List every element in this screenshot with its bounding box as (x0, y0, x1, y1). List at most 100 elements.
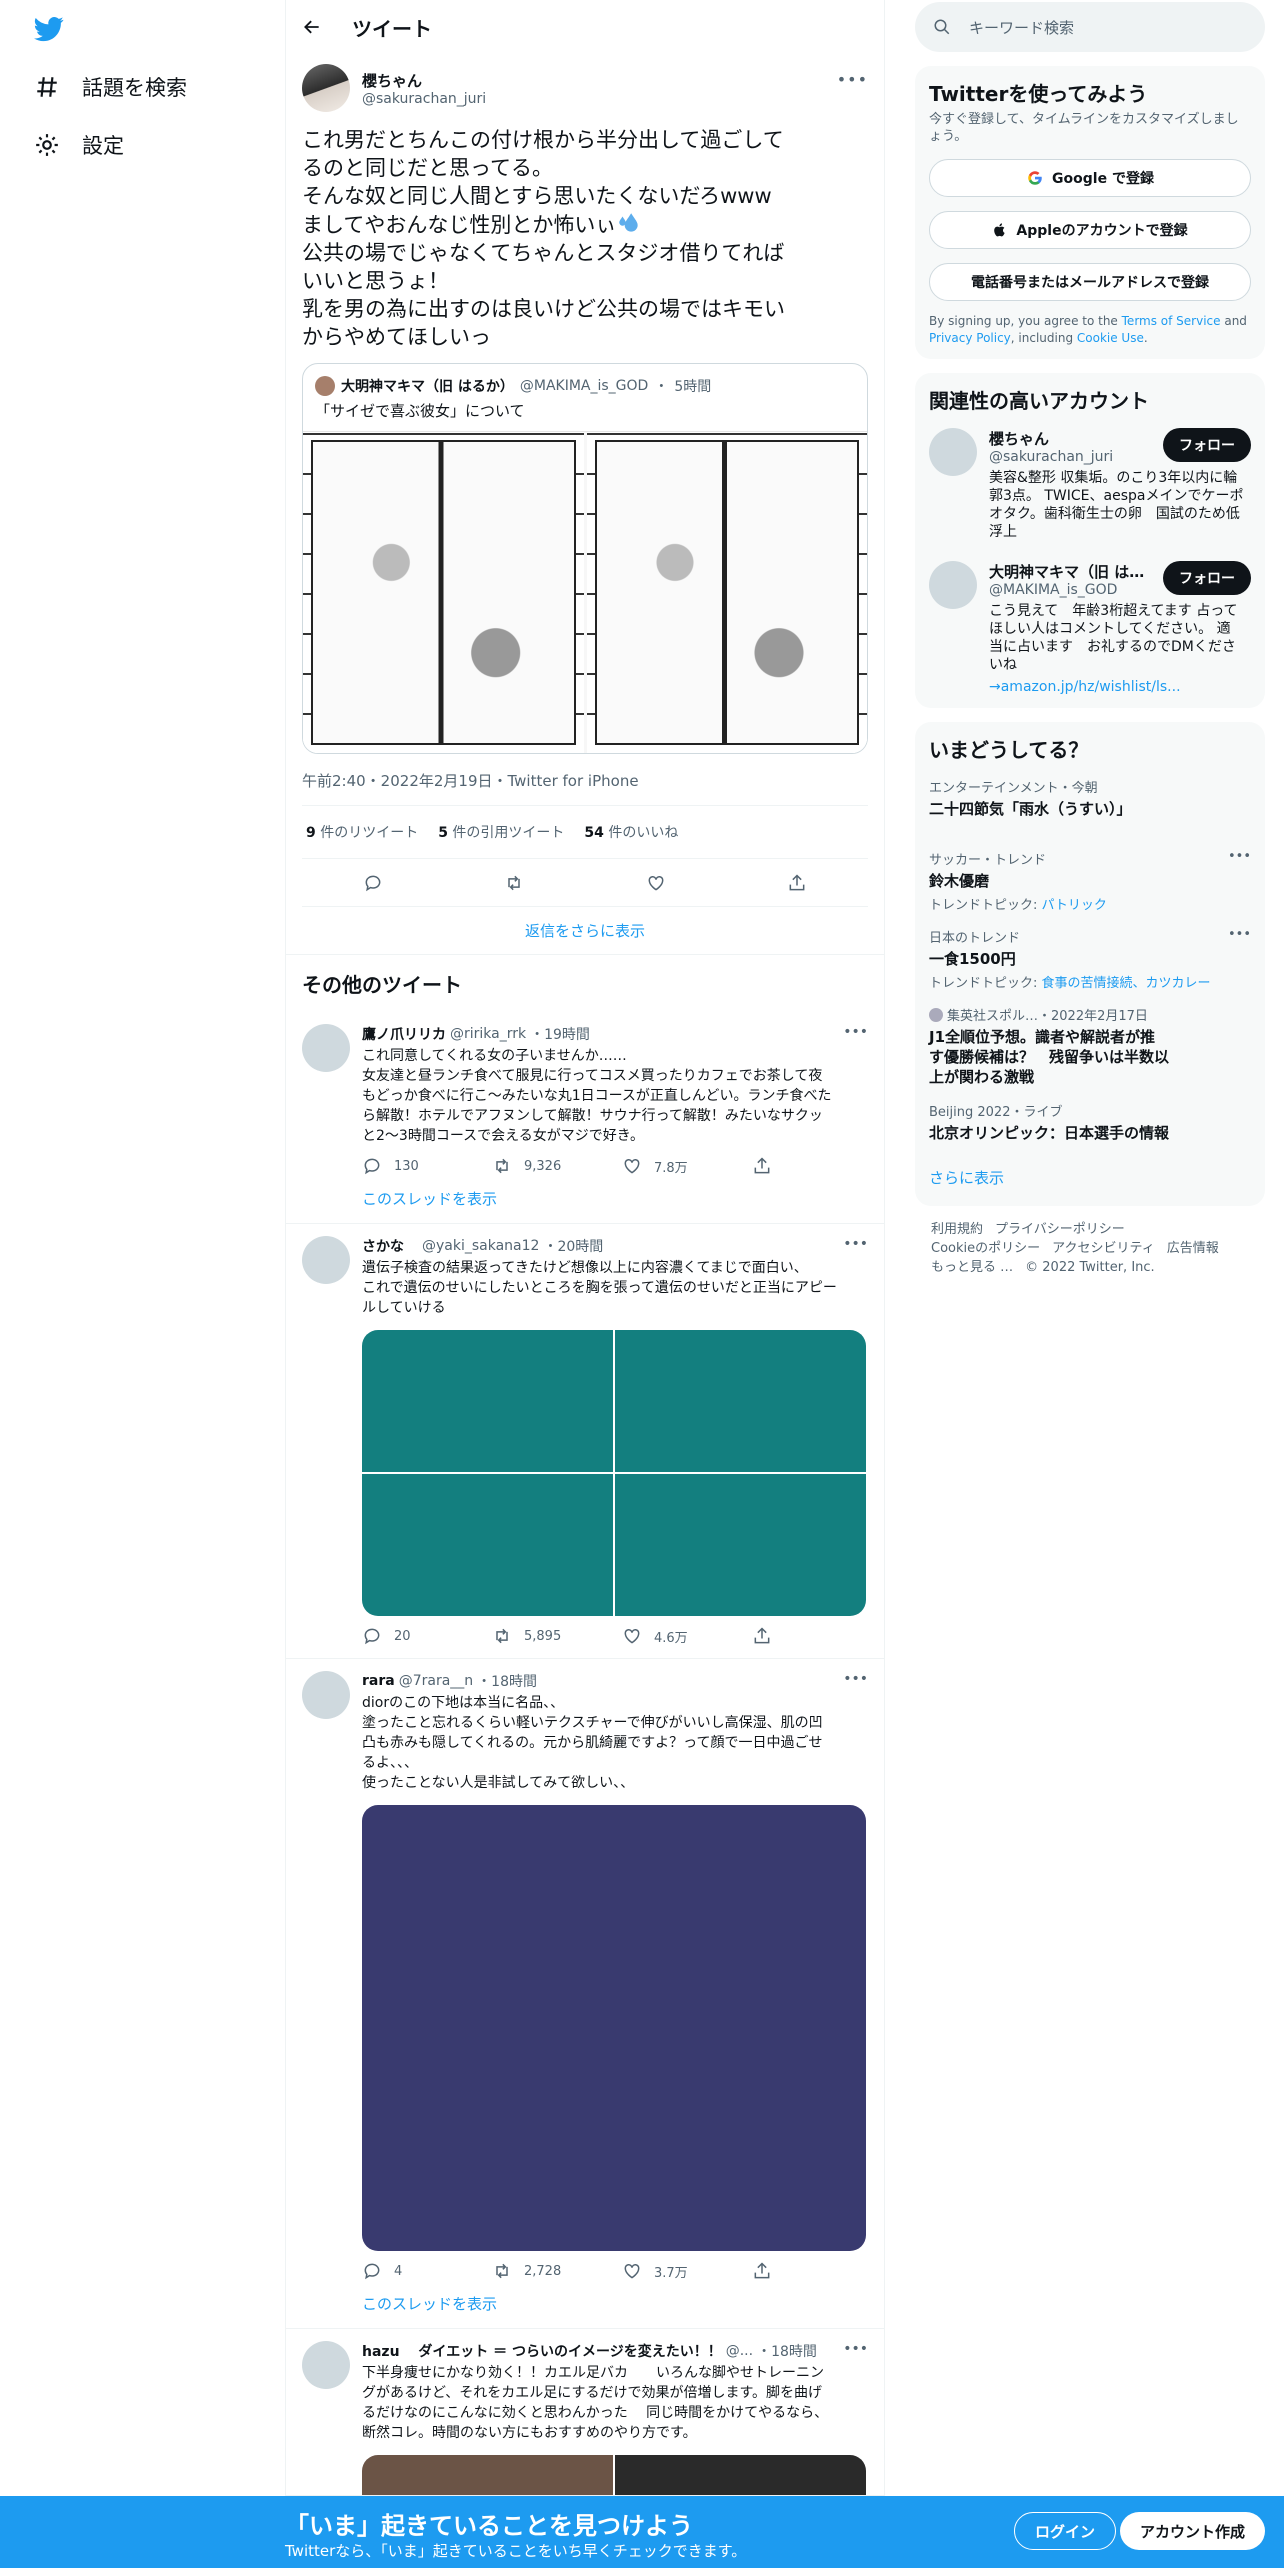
show-thread-link[interactable]: このスレッドを表示 (362, 2293, 882, 2314)
footer-link[interactable]: 広告情報 (1167, 1241, 1219, 1256)
tweet-time[interactable]: ・18時間 (757, 2341, 817, 2361)
like-button[interactable]: 3.7万 (622, 2261, 752, 2281)
back-arrow-icon[interactable] (302, 17, 322, 37)
more-icon[interactable]: ••• (843, 1671, 868, 1687)
trend-item[interactable]: 日本のトレンド 一食1500円 トレンドトピック: 食事の苦情接続、カツカレー … (929, 927, 1251, 991)
timeline-tweet[interactable]: 鷹ノ爪リリカ @ririka_rrk ・19時間 これ同意してくれる女の子いませ… (286, 1012, 884, 1224)
avatar[interactable] (929, 428, 977, 476)
privacy-link[interactable]: Privacy Policy (929, 331, 1011, 345)
tweet-image[interactable] (362, 2455, 613, 2495)
more-icon[interactable]: ••• (1228, 849, 1251, 864)
retweet-icon[interactable] (504, 873, 524, 893)
trend-topic-link[interactable]: 食事の苦情接続、カツカレー (1042, 976, 1211, 991)
footer-link[interactable]: アクセシビリティ (1052, 1241, 1155, 1256)
tweet-image[interactable] (615, 2455, 866, 2495)
more-icon[interactable]: ••• (843, 1024, 868, 1040)
footer-link[interactable]: 利用規約 (931, 1222, 983, 1237)
retweet-button[interactable]: 5,895 (492, 1626, 622, 1646)
timeline-tweet[interactable]: hazu ダイエット ＝ つらいのイメージを変えたい！！ @... ・18時間 … (286, 2329, 884, 2496)
like-button[interactable]: 7.8万 (622, 1156, 752, 1176)
avatar[interactable] (302, 1024, 350, 1072)
author-name[interactable]: 櫻ちゃん (362, 70, 486, 91)
quote-image-manga[interactable] (303, 431, 867, 753)
trend-item[interactable]: Beijing 2022・ライブ 北京オリンピック：日本選手の情報 (929, 1101, 1251, 1143)
likes-stat[interactable]: 54 件のいいね (584, 822, 678, 842)
share-button[interactable] (752, 1156, 882, 1176)
reply-icon[interactable] (363, 873, 383, 893)
tweet-image[interactable] (615, 1330, 866, 1472)
tweet-time[interactable]: ・18時間 (477, 1671, 537, 1691)
more-icon[interactable]: ••• (843, 2341, 868, 2357)
avatar[interactable] (929, 561, 977, 609)
phone-email-signup-button[interactable]: 電話番号またはメールアドレスで登録 (929, 263, 1251, 301)
like-button[interactable]: 4.6万 (622, 1626, 752, 1646)
share-icon[interactable] (787, 873, 807, 893)
show-more-replies[interactable]: 返信をさらに表示 (286, 907, 884, 955)
related-account[interactable]: 大明神マキマ（旧 は… @MAKIMA_is_GOD こう見えて 年齢3桁超えて… (929, 561, 1251, 696)
quotes-stat[interactable]: 5 件の引用ツイート (438, 822, 564, 842)
nav-settings[interactable]: 設定 (34, 130, 124, 160)
reply-button[interactable]: 4 (362, 2261, 492, 2281)
signup-button[interactable]: アカウント作成 (1120, 2512, 1266, 2550)
apple-signup-button[interactable]: Appleのアカウントで登録 (929, 211, 1251, 249)
like-icon[interactable] (646, 873, 666, 893)
more-icon[interactable]: ••• (837, 70, 868, 89)
timeline-tweet[interactable]: rara @7rara__n ・18時間 diorのこの下地は本当に名品、、 塗… (286, 1659, 884, 2329)
tweet-image-grid[interactable] (362, 1330, 866, 1616)
related-account[interactable]: 櫻ちゃん @sakurachan_juri 美容&整形 収集垢。のこり3年以内に… (929, 428, 1251, 541)
tweet-time[interactable]: ・20時間 (543, 1236, 603, 1256)
footer-link[interactable]: Cookieのポリシー (931, 1241, 1040, 1256)
search-box[interactable]: キーワード検索 (915, 2, 1265, 52)
tweet-image-grid[interactable] (362, 2455, 866, 2495)
follow-button[interactable]: フォロー (1163, 561, 1251, 595)
tweet-image[interactable] (615, 1474, 866, 1616)
trend-item[interactable]: 集英社スポル…・2022年2月17日 J1全順位予想。識者や解説者が推す優勝候補… (929, 1005, 1251, 1087)
quoted-tweet[interactable]: 大明神マキマ（旧 はるか） @MAKIMA_is_GOD ・ 5時間 「サイゼで… (302, 363, 868, 754)
tweet-image[interactable] (362, 1474, 613, 1616)
reply-button[interactable]: 20 (362, 1626, 492, 1646)
terms-link[interactable]: Terms of Service (1122, 314, 1221, 328)
footer-link[interactable]: プライバシーポリシー (995, 1222, 1125, 1237)
avatar[interactable] (302, 2341, 350, 2389)
google-signup-button[interactable]: Google で登録 (929, 159, 1251, 197)
share-button[interactable] (752, 2261, 882, 2281)
retweet-button[interactable]: 9,326 (492, 1156, 622, 1176)
tweet-author-handle[interactable]: @yaki_sakana12 (422, 1238, 539, 1254)
tweet-image[interactable] (362, 1805, 866, 2251)
avatar[interactable] (302, 1236, 350, 1284)
show-more-trends[interactable]: さらに表示 (929, 1167, 1251, 1188)
trend-topic-link[interactable]: パトリック (1042, 898, 1107, 913)
avatar[interactable] (302, 1671, 350, 1719)
search-icon (934, 19, 950, 35)
login-button[interactable]: ログイン (1014, 2512, 1117, 2550)
tweet-time[interactable]: ・19時間 (530, 1024, 590, 1044)
tweet-author-name[interactable]: さかな (362, 1236, 404, 1256)
retweets-stat[interactable]: 9 件のリツイート (306, 822, 418, 842)
share-button[interactable] (752, 1626, 882, 1646)
twitter-logo-icon[interactable] (32, 14, 66, 44)
reply-button[interactable]: 130 (362, 1156, 492, 1176)
tweet-author-name[interactable]: 鷹ノ爪リリカ (362, 1024, 446, 1044)
trend-item[interactable]: サッカー・トレンド 鈴木優磨 トレンドトピック: パトリック ••• (929, 849, 1251, 913)
author-handle[interactable]: @sakurachan_juri (362, 91, 486, 107)
trend-item[interactable]: エンターテインメント・今朝 二十四節気「雨水（うすい）」 (929, 777, 1251, 819)
account-name[interactable]: 大明神マキマ（旧 は… (989, 561, 1149, 582)
tweet-image[interactable] (362, 1330, 613, 1472)
more-icon[interactable]: ••• (843, 1236, 868, 1252)
tweet-author-handle[interactable]: @7rara__n (399, 1673, 473, 1689)
nav-explore[interactable]: 話題を検索 (34, 72, 187, 102)
tweet-author-name[interactable]: rara (362, 1673, 395, 1689)
cookie-link[interactable]: Cookie Use (1077, 331, 1144, 345)
tweet-author-name[interactable]: hazu ダイエット ＝ つらいのイメージを変えたい！！ (362, 2341, 722, 2361)
tweet-author-handle[interactable]: @ririka_rrk (450, 1026, 526, 1042)
retweet-button[interactable]: 2,728 (492, 2261, 622, 2281)
avatar[interactable] (302, 64, 350, 112)
tweet-author-handle[interactable]: @... (726, 2343, 753, 2359)
search-input[interactable]: キーワード検索 (969, 17, 1074, 38)
more-icon[interactable]: ••• (1228, 927, 1251, 942)
follow-button[interactable]: フォロー (1163, 428, 1251, 462)
timeline-tweet[interactable]: さかな @yaki_sakana12 ・20時間 遺伝子検査の結果返ってきたけど… (286, 1224, 884, 1659)
account-bio-link[interactable]: →amazon.jp/hz/wishlist/ls... (989, 678, 1244, 696)
show-thread-link[interactable]: このスレッドを表示 (362, 1188, 882, 1209)
footer-link[interactable]: もっと見る … (931, 1260, 1013, 1275)
